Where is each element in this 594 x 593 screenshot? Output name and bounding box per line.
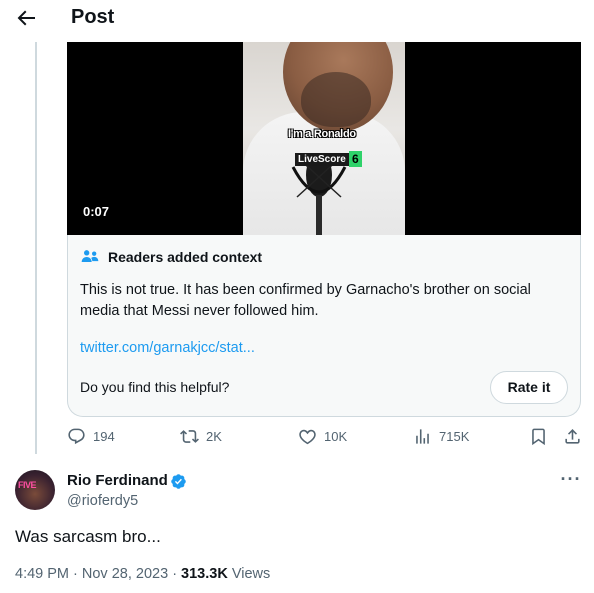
note-source-link[interactable]: twitter.com/garnakjcc/stat...	[80, 340, 255, 356]
views-label: Views	[231, 566, 271, 582]
top-bar: Post	[0, 0, 594, 42]
livescore-watermark: LiveScore 6	[295, 151, 362, 167]
repost-icon	[180, 430, 199, 443]
bookmark-button[interactable]	[529, 427, 548, 446]
video-duration: 0:07	[83, 204, 110, 219]
share-icon	[565, 429, 580, 444]
rate-it-button[interactable]: Rate it	[490, 371, 568, 404]
views-count: 715K	[439, 429, 470, 444]
views-total: 313.3K	[181, 566, 228, 582]
video-frame: I'm a Ronaldo LiveScore 6	[243, 42, 405, 235]
note-title: Readers added context	[108, 249, 263, 265]
community-note: Readers added context This is not true. …	[67, 235, 581, 417]
repost-count: 2K	[206, 429, 222, 444]
people-icon	[81, 250, 99, 262]
video-player[interactable]: I'm a Ronaldo LiveScore 6 0:07	[67, 42, 581, 235]
bar-chart-icon	[416, 429, 429, 444]
like-count: 10K	[324, 429, 348, 444]
bookmark-icon	[532, 428, 545, 446]
author-handle[interactable]: @rioferdy5	[67, 493, 138, 509]
views-button[interactable]: 715K	[413, 427, 469, 446]
video-caption: I'm a Ronaldo	[288, 128, 356, 140]
heart-icon	[299, 429, 316, 445]
repost-button[interactable]: 2K	[180, 427, 222, 446]
note-body: This is not true. It has been confirmed …	[80, 282, 531, 319]
post-date[interactable]: Nov 28, 2023	[82, 566, 168, 582]
avatar-badge: FIVE	[18, 480, 37, 490]
like-button[interactable]: 10K	[298, 427, 347, 446]
verified-badge-icon	[171, 474, 186, 489]
page-title: Post	[71, 6, 115, 28]
action-bar: 194 2K 10K 715K	[67, 427, 581, 451]
reply-icon	[68, 428, 85, 445]
reply-text: Was sarcasm bro...	[15, 527, 161, 546]
thread-line	[35, 42, 37, 454]
more-options-icon[interactable]: ···	[558, 470, 584, 492]
post-meta: 4:49 PM · Nov 28, 2023 · 313.3K Views	[15, 566, 271, 582]
post-time[interactable]: 4:49 PM	[15, 566, 69, 582]
reply-count: 194	[93, 429, 115, 444]
author-name[interactable]: Rio Ferdinand	[67, 472, 168, 489]
reply-button[interactable]: 194	[67, 427, 115, 446]
share-button[interactable]	[563, 427, 582, 446]
helpful-question: Do you find this helpful?	[80, 379, 230, 395]
arrow-left-icon[interactable]	[14, 6, 38, 30]
avatar[interactable]: FIVE	[15, 470, 55, 510]
